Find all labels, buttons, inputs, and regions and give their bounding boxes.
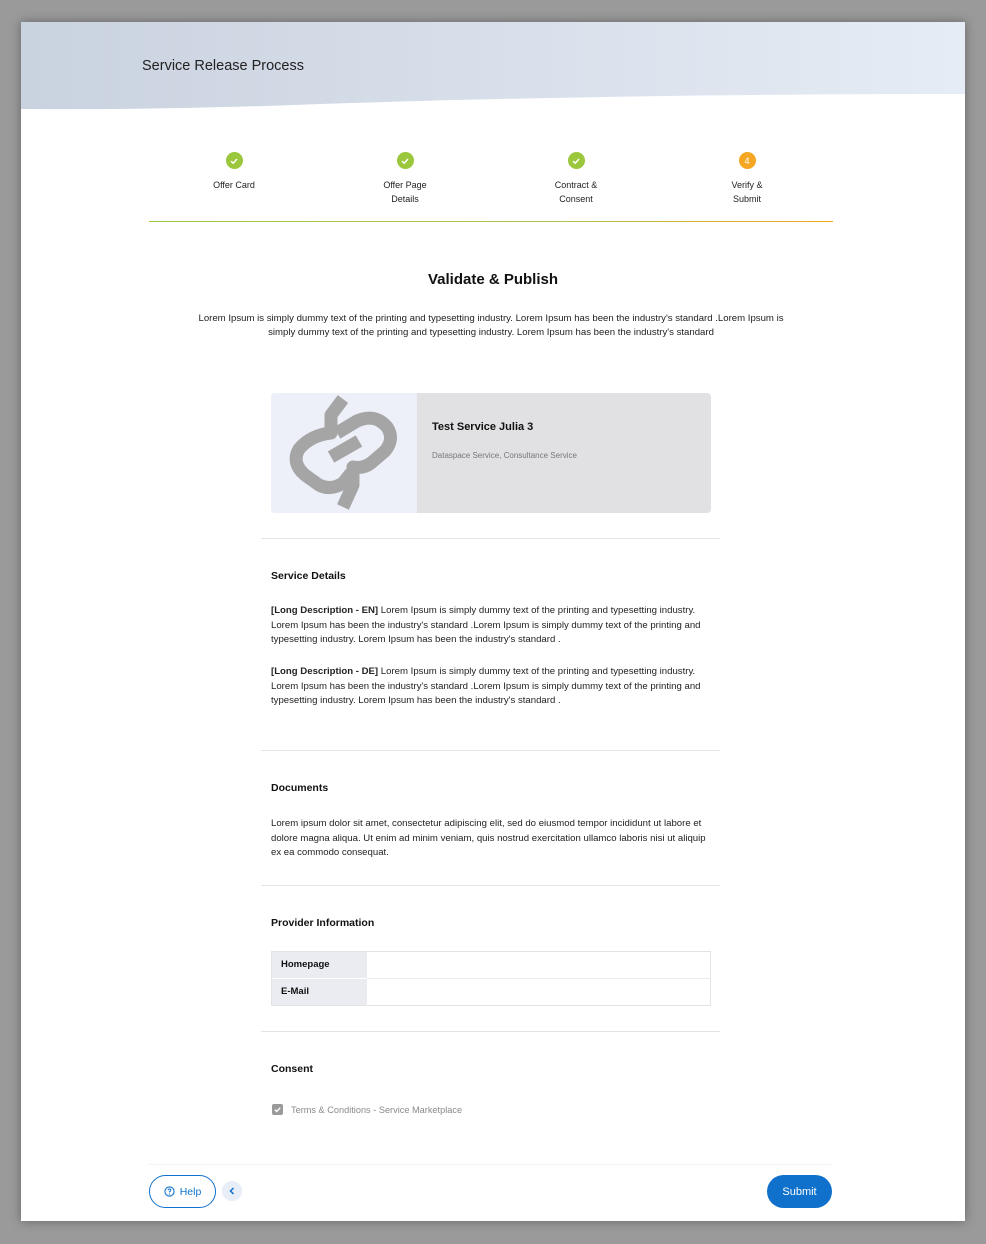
consent-checkbox-label: Terms & Conditions - Service Marketplace: [291, 1104, 463, 1115]
back-button[interactable]: [222, 1181, 242, 1201]
intro-text: Lorem Ipsum is simply dummy text of the …: [198, 313, 784, 338]
provider-row-email: E-Mail: [272, 979, 710, 1005]
section-divider: [261, 1031, 720, 1032]
checkbox-checked-icon[interactable]: [272, 1104, 283, 1115]
stepper: Offer Card Offer Page Details Contract & C…: [149, 150, 833, 224]
app-frame: Service Release Process Offer Card Offer…: [21, 22, 965, 1221]
section-divider: [261, 750, 720, 751]
help-icon: [164, 1186, 175, 1197]
consent-checkbox-row[interactable]: Terms & Conditions - Service Marketplace: [272, 1104, 462, 1115]
service-tags: Dataspace Service, Consultance Service: [432, 451, 577, 460]
provider-info-table: Homepage E-Mail: [271, 951, 711, 1006]
step-offer-card: Offer Card: [174, 150, 294, 192]
help-button[interactable]: Help: [149, 1175, 216, 1208]
provider-row-homepage: Homepage: [272, 952, 710, 978]
step-label: Verify & Submit: [731, 180, 763, 204]
provider-value: [367, 952, 710, 978]
service-card: Test Service Julia 3 Dataspace Service, …: [271, 393, 711, 513]
page-header-title: Service Release Process: [142, 58, 304, 74]
help-button-label: Help: [179, 1185, 202, 1198]
step-offer-page-details: Offer Page Details: [345, 150, 465, 206]
step-complete-icon: [396, 152, 414, 169]
service-name: Test Service Julia 3: [432, 421, 534, 433]
footer-divider: [149, 1164, 833, 1165]
service-details-title: Service Details: [271, 570, 346, 582]
section-divider: [261, 538, 720, 539]
provider-information-title: Provider Information: [271, 917, 375, 929]
documents-title: Documents: [271, 782, 329, 794]
step-label: Offer Page Details: [383, 180, 427, 204]
step-verify-submit: 4 Verify & Submit: [687, 150, 807, 206]
step-current-number: 4: [738, 152, 756, 169]
provider-value: [367, 979, 710, 1005]
chevron-left-icon: [229, 1187, 235, 1195]
step-contract-consent: Contract & Consent: [516, 150, 636, 206]
step-label: Contract & Consent: [554, 180, 598, 204]
step-complete-icon: [567, 152, 585, 169]
step-label: Offer Card: [213, 180, 255, 190]
section-divider: [261, 885, 720, 886]
long-description-de: [Long Description - DE] Lorem Ipsum is s…: [271, 666, 701, 706]
submit-button[interactable]: Submit: [767, 1175, 832, 1208]
chain-link-logo-icon: [271, 393, 417, 513]
stepper-progress-line: [149, 221, 833, 222]
provider-key: Homepage: [272, 952, 367, 978]
long-description-en: [Long Description - EN] Lorem Ipsum is s…: [271, 605, 701, 645]
page-title: Validate & Publish: [427, 271, 559, 288]
consent-title: Consent: [271, 1063, 313, 1075]
documents-text: Lorem ipsum dolor sit amet, consectetur …: [271, 818, 706, 858]
provider-key: E-Mail: [272, 979, 367, 1005]
step-complete-icon: [225, 152, 243, 169]
